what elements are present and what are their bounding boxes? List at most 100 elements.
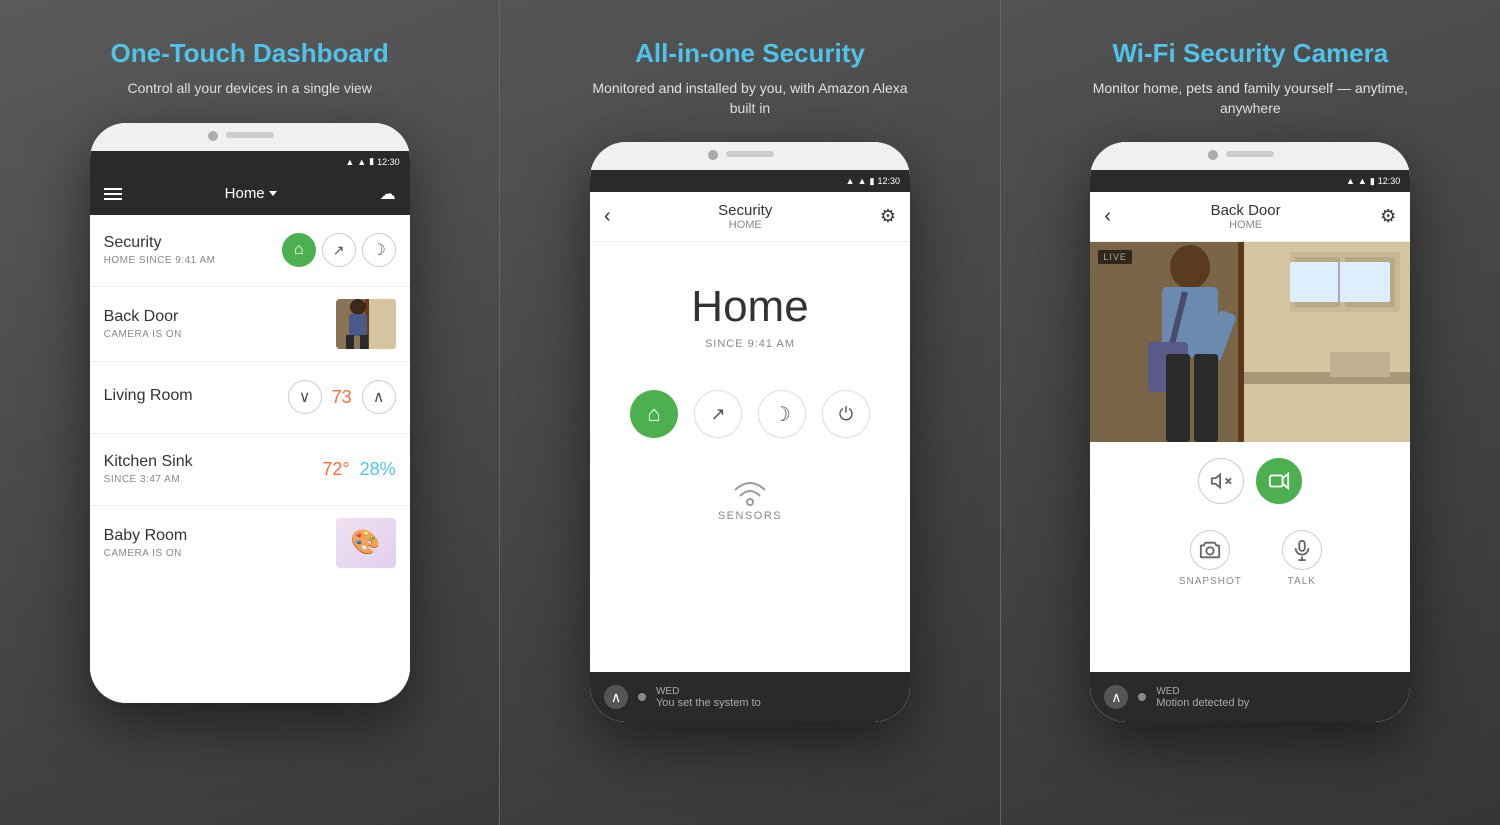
backdoor-device-name: Back Door: [104, 308, 182, 326]
signal-icon-mid: ▲: [858, 176, 867, 186]
talk-icon: [1282, 530, 1322, 570]
livingroom-device-name: Living Room: [104, 387, 193, 405]
notification-dot-right: [1138, 693, 1146, 701]
phone-mid: ▲ ▲ ▮ 12:30 ‹ Security HOME ⚙ Home SINCE…: [590, 142, 910, 722]
home-since-text: SINCE 9:41 AM: [705, 338, 795, 350]
settings-icon-right[interactable]: ⚙: [1380, 206, 1396, 227]
notif-day-mid: WED: [656, 686, 761, 697]
list-item-livingroom[interactable]: Living Room ∨ 73 ∧: [90, 362, 410, 434]
phone-camera-right: [1208, 150, 1218, 160]
sensors-icon: [730, 478, 770, 510]
night-mode-button[interactable]: ☽: [362, 233, 396, 267]
app-header-left: Home ☁: [90, 173, 410, 215]
list-item-babyroom[interactable]: Baby Room CAMERA IS ON 🎨: [90, 506, 410, 580]
time-mid: 12:30: [877, 176, 900, 186]
camera-feed: LIVE: [1090, 242, 1410, 442]
settings-icon-mid[interactable]: ⚙: [880, 206, 896, 227]
kitchen-device-status: SINCE 3:47 AM: [104, 474, 193, 485]
list-item-backdoor[interactable]: Back Door CAMERA IS ON: [90, 287, 410, 362]
kitchen-temp: 72°: [322, 459, 349, 480]
sensors-area[interactable]: SENSORS: [718, 478, 782, 522]
camera-feed-image: [1090, 242, 1410, 442]
talk-action[interactable]: TALK: [1282, 530, 1322, 587]
security-device-name: Security: [104, 234, 216, 252]
snapshot-icon: [1190, 530, 1230, 570]
device-list: Security HOME SINCE 9:41 AM ⌂ ↗ ☽ Back D…: [90, 215, 410, 703]
phone-screen-left: ▲ ▲ ▮ 12:30 Home ☁: [90, 151, 410, 703]
battery-icon-mid: ▮: [870, 176, 875, 187]
mute-button[interactable]: [1198, 458, 1244, 504]
battery-icon-right: ▮: [1370, 176, 1375, 187]
security-header: ‹ Security HOME ⚙: [590, 192, 910, 242]
thermostat-controls: ∨ 73 ∧: [288, 380, 396, 414]
back-button-mid[interactable]: ‹: [604, 205, 611, 228]
kitchen-readings: 72° 28%: [322, 459, 395, 480]
phone-speaker-left: [226, 132, 274, 138]
bottom-notification-mid: ∧ WED You set the system to: [590, 672, 910, 722]
camera-header: ‹ Back Door HOME ⚙: [1090, 192, 1410, 242]
time-left: 12:30: [377, 157, 400, 167]
live-badge: LIVE: [1098, 250, 1132, 264]
phone-left: ▲ ▲ ▮ 12:30 Home ☁: [90, 123, 410, 703]
talk-label: TALK: [1288, 576, 1316, 587]
list-item-security[interactable]: Security HOME SINCE 9:41 AM ⌂ ↗ ☽: [90, 215, 410, 287]
snapshot-action[interactable]: SNAPSHOT: [1179, 530, 1242, 587]
temp-up-button[interactable]: ∧: [362, 380, 396, 414]
wifi-icon-right: ▲: [1346, 176, 1355, 186]
hamburger-menu[interactable]: [104, 188, 122, 200]
camera-actions: SNAPSHOT TALK: [1090, 520, 1410, 597]
record-button[interactable]: [1256, 458, 1302, 504]
notif-text-right: Motion detected by: [1156, 697, 1249, 709]
wifi-icon-mid: ▲: [846, 176, 855, 186]
phone-screen-mid: ▲ ▲ ▮ 12:30 ‹ Security HOME ⚙ Home SINCE…: [590, 170, 910, 722]
signal-icon-right: ▲: [1358, 176, 1367, 186]
notif-text-mid: You set the system to: [656, 697, 761, 709]
right-panel-subtitle: Monitor home, pets and family yourself —…: [1090, 79, 1410, 118]
phone-camera-left: [208, 131, 218, 141]
camera-controls: [1090, 442, 1410, 520]
security-mode-icons: ⌂ ↗ ☽: [282, 233, 396, 267]
phone-camera-mid: [708, 150, 718, 160]
panel-left: One-Touch Dashboard Control all your dev…: [0, 0, 499, 825]
panel-mid: All-in-one Security Monitored and instal…: [500, 0, 999, 825]
status-icons-right: ▲ ▲ ▮ 12:30: [1346, 176, 1400, 187]
home-title-dropdown[interactable]: Home: [225, 185, 277, 202]
night-mode-btn[interactable]: ☽: [758, 390, 806, 438]
status-bar-right: ▲ ▲ ▮ 12:30: [1090, 170, 1410, 192]
phone-speaker-right: [1226, 151, 1274, 157]
bottom-notification-right: ∧ WED Motion detected by: [1090, 672, 1410, 722]
notification-pull-handle[interactable]: ∧: [604, 685, 628, 709]
chevron-down-icon: [269, 191, 277, 196]
phone-screen-right: ▲ ▲ ▮ 12:30 ‹ Back Door HOME ⚙: [1090, 170, 1410, 722]
battery-icon: ▮: [369, 156, 374, 167]
security-device-status: HOME SINCE 9:41 AM: [104, 255, 216, 266]
home-mode-btn[interactable]: ⌂: [630, 390, 678, 438]
notif-day-right: WED: [1156, 686, 1249, 697]
sensors-label: SENSORS: [718, 510, 782, 522]
backdoor-device-status: CAMERA IS ON: [104, 329, 182, 340]
mid-panel-subtitle: Monitored and installed by you, with Ama…: [590, 79, 910, 118]
phone-speaker-mid: [726, 151, 774, 157]
away-mode-button[interactable]: ↗: [322, 233, 356, 267]
power-mode-btn[interactable]: ⏻: [822, 390, 870, 438]
temp-down-button[interactable]: ∨: [288, 380, 322, 414]
home-mode-button[interactable]: ⌂: [282, 233, 316, 267]
camera-screen-title: Back Door HOME: [1211, 202, 1281, 231]
left-panel-title: One-Touch Dashboard: [111, 38, 389, 69]
mode-buttons-group: ⌂ ↗ ☽ ⏻: [630, 390, 870, 438]
cloud-icon: ☁: [380, 184, 396, 204]
babyroom-device-name: Baby Room: [104, 527, 188, 545]
right-panel-title: Wi-Fi Security Camera: [1112, 38, 1388, 69]
notification-dot: [638, 693, 646, 701]
backdoor-camera-thumb: [336, 299, 396, 349]
list-item-kitchensink[interactable]: Kitchen Sink SINCE 3:47 AM 72° 28%: [90, 434, 410, 506]
security-screen-title: Security HOME: [718, 202, 772, 231]
panel-right: Wi-Fi Security Camera Monitor home, pets…: [1001, 0, 1500, 825]
status-icons-left: ▲ ▲ ▮ 12:30: [345, 156, 399, 167]
notification-pull-right[interactable]: ∧: [1104, 685, 1128, 709]
back-button-right[interactable]: ‹: [1104, 205, 1111, 228]
wifi-icon: ▲: [345, 157, 354, 167]
babyroom-device-status: CAMERA IS ON: [104, 548, 188, 559]
away-mode-btn[interactable]: ↗: [694, 390, 742, 438]
time-right: 12:30: [1378, 176, 1401, 186]
